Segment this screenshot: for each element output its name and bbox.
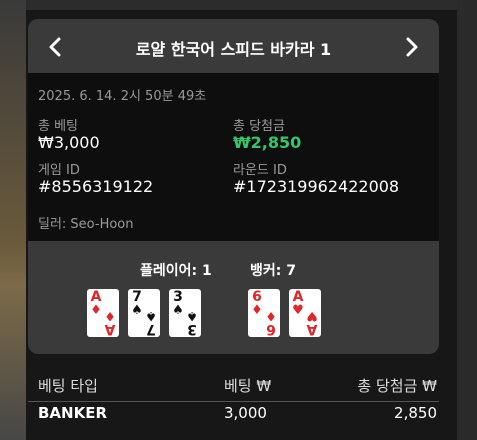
game-id-value: #8556319122 bbox=[38, 177, 154, 196]
card-rank: A bbox=[104, 321, 116, 337]
table-divider bbox=[28, 401, 439, 402]
card-rank: 6 bbox=[266, 321, 276, 337]
player-card-1: A ♦ A ♦ bbox=[87, 289, 119, 337]
row-bet-amount: 3,000 bbox=[224, 404, 267, 422]
card-suit-icon: ♠ bbox=[172, 303, 184, 318]
card-corner: A ♦ bbox=[89, 290, 103, 317]
next-round-button[interactable] bbox=[397, 33, 425, 61]
card-corner: 3 ♠ bbox=[185, 308, 199, 337]
card-suit-icon: ♠ bbox=[186, 308, 198, 323]
total-bet-label: 총 베팅 bbox=[38, 119, 79, 134]
card-suit-icon: ♥ bbox=[292, 303, 304, 318]
round-info: 2025. 6. 14. 2시 50분 49초 총 베팅 ₩3,000 총 당첨… bbox=[28, 73, 439, 241]
card-suit-icon: ♥ bbox=[306, 308, 318, 323]
card-rank: 3 bbox=[187, 321, 197, 337]
col-header-bet-type: 베팅 타입 bbox=[38, 377, 98, 395]
game-title: 로얄 한국어 스피드 바카라 1 bbox=[135, 40, 332, 59]
card-corner: A ♦ bbox=[103, 308, 117, 337]
chevron-right-icon bbox=[406, 37, 418, 57]
player-score-label: 플레이어: 1 bbox=[140, 263, 212, 279]
card-corner: 6 ♦ bbox=[264, 308, 278, 337]
card-rank: 7 bbox=[146, 321, 156, 337]
card-rank: A bbox=[306, 321, 318, 337]
player-card-3: 3 ♠ 3 ♠ bbox=[169, 289, 201, 337]
row-win-amount: 2,850 bbox=[394, 404, 437, 422]
game-id-label: 게임 ID bbox=[38, 163, 80, 178]
card-corner: A ♥ bbox=[305, 308, 319, 337]
card-suit-icon: ♦ bbox=[90, 303, 102, 318]
round-detail-panel: 로얄 한국어 스피드 바카라 1 2025. 6. 14. 2시 50분 49초… bbox=[28, 19, 439, 354]
dealer-name: 딜러: Seo-Hoon bbox=[38, 217, 134, 232]
panel-header: 로얄 한국어 스피드 바카라 1 bbox=[28, 19, 439, 73]
card-corner: 6 ♦ bbox=[250, 290, 264, 317]
top-bar bbox=[0, 0, 477, 10]
col-header-win: 총 당첨금 ₩ bbox=[357, 377, 437, 395]
total-win-value: ₩2,850 bbox=[233, 133, 302, 152]
card-corner: A ♥ bbox=[291, 290, 305, 317]
col-header-bet: 베팅 ₩ bbox=[224, 377, 272, 395]
card-suit-icon: ♦ bbox=[251, 303, 263, 318]
banker-card-2: A ♥ A ♥ bbox=[289, 289, 321, 337]
scrollbar[interactable] bbox=[459, 0, 465, 440]
card-suit-icon: ♠ bbox=[145, 308, 157, 323]
card-corner: 7 ♠ bbox=[144, 308, 158, 337]
round-id-label: 라운드 ID bbox=[233, 163, 287, 178]
player-card-2: 7 ♠ 7 ♠ bbox=[128, 289, 160, 337]
card-corner: 3 ♠ bbox=[171, 290, 185, 317]
card-suit-icon: ♦ bbox=[104, 308, 116, 323]
card-suit-icon: ♦ bbox=[265, 308, 277, 323]
round-id-value: #172319962422008 bbox=[233, 177, 400, 196]
banker-card-1: 6 ♦ 6 ♦ bbox=[248, 289, 280, 337]
round-timestamp: 2025. 6. 14. 2시 50분 49초 bbox=[38, 89, 207, 104]
total-bet-value: ₩3,000 bbox=[38, 133, 100, 152]
banker-score-label: 뱅커: 7 bbox=[250, 263, 296, 279]
row-bet-type: BANKER bbox=[38, 404, 108, 422]
card-corner: 7 ♠ bbox=[130, 290, 144, 317]
total-win-label: 총 당첨금 bbox=[233, 119, 285, 134]
card-suit-icon: ♠ bbox=[131, 303, 143, 318]
background-left bbox=[0, 0, 26, 440]
